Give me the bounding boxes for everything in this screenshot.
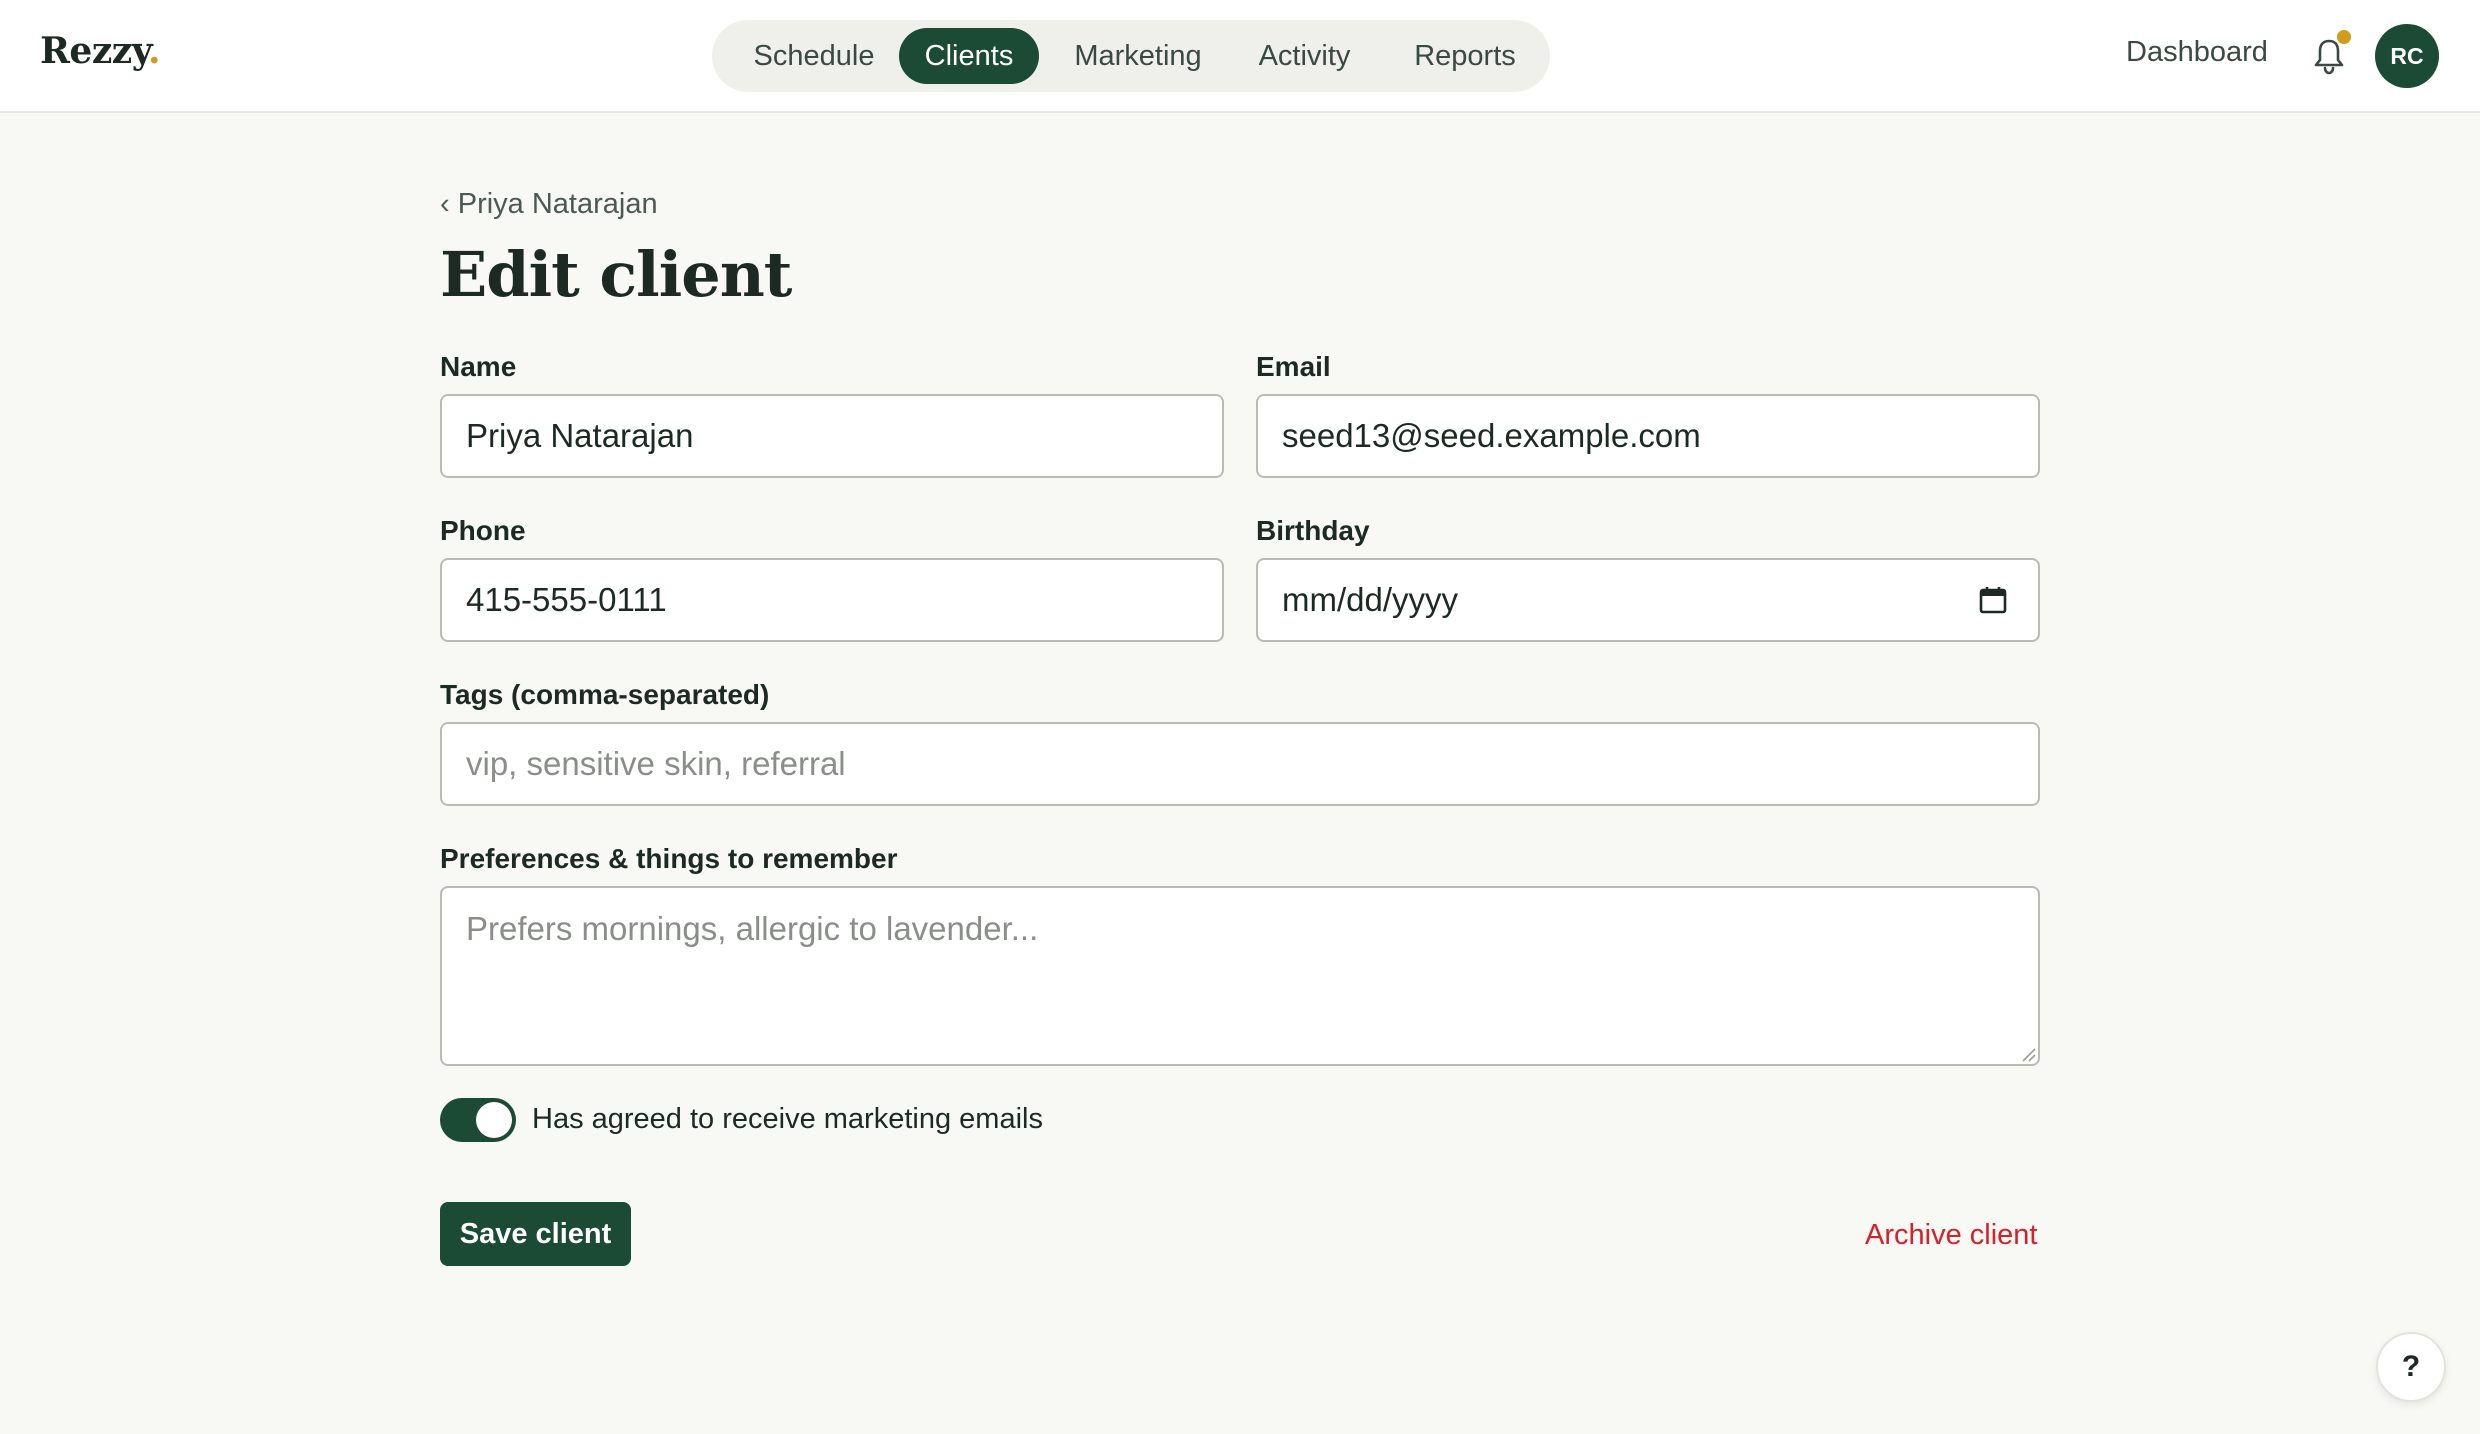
phone-label: Phone [440, 515, 526, 546]
marketing-opt-in-toggle[interactable] [440, 1098, 516, 1142]
preferences-textarea[interactable]: Prefers mornings, allergic to lavender..… [440, 886, 2040, 1066]
resize-handle-icon[interactable] [2020, 1046, 2036, 1062]
dashboard-link[interactable]: Dashboard [2126, 36, 2268, 69]
nav-item-clients[interactable]: Clients [899, 28, 1039, 84]
back-link[interactable]: ‹ Priya Natarajan [440, 188, 658, 221]
toggle-knob [476, 1102, 512, 1138]
nav-item-marketing[interactable]: Marketing [1057, 28, 1219, 84]
nav-item-activity[interactable]: Activity [1242, 28, 1367, 84]
logo-dot: . [148, 30, 161, 72]
main-nav: Schedule Clients Marketing Activity Repo… [712, 20, 1550, 92]
notification-dot [2337, 30, 2351, 44]
save-client-button[interactable]: Save client [440, 1202, 631, 1266]
birthday-label: Birthday [1256, 515, 1370, 546]
email-label: Email [1256, 351, 1331, 382]
preferences-label: Preferences & things to remember [440, 843, 898, 874]
top-bar: Rezzy. Schedule Clients Marketing Activi… [0, 0, 2480, 113]
logo-text: Rezzy [40, 30, 149, 72]
tags-field[interactable]: vip, sensitive skin, referral [440, 722, 2040, 806]
birthday-field[interactable]: mm/dd/yyyy [1256, 558, 2040, 642]
email-field[interactable]: seed13@seed.example.com [1256, 394, 2040, 478]
archive-client-link[interactable]: Archive client [1865, 1219, 2037, 1252]
logo[interactable]: Rezzy. [40, 30, 161, 72]
page-title: Edit client [440, 238, 792, 311]
back-link-label: Priya Natarajan [457, 188, 658, 220]
tags-label: Tags (comma-separated) [440, 679, 770, 710]
phone-field[interactable]: 415-555-0111 [440, 558, 1224, 642]
name-label: Name [440, 351, 517, 382]
calendar-icon[interactable] [1978, 585, 2008, 615]
help-button[interactable]: ? [2376, 1332, 2446, 1402]
chevron-left-icon: ‹ [440, 188, 450, 220]
name-field[interactable]: Priya Natarajan [440, 394, 1224, 478]
marketing-opt-in-label: Has agreed to receive marketing emails [532, 1103, 1043, 1135]
nav-item-reports[interactable]: Reports [1400, 28, 1530, 84]
nav-item-schedule[interactable]: Schedule [730, 28, 898, 84]
avatar[interactable]: RC [2375, 24, 2439, 88]
